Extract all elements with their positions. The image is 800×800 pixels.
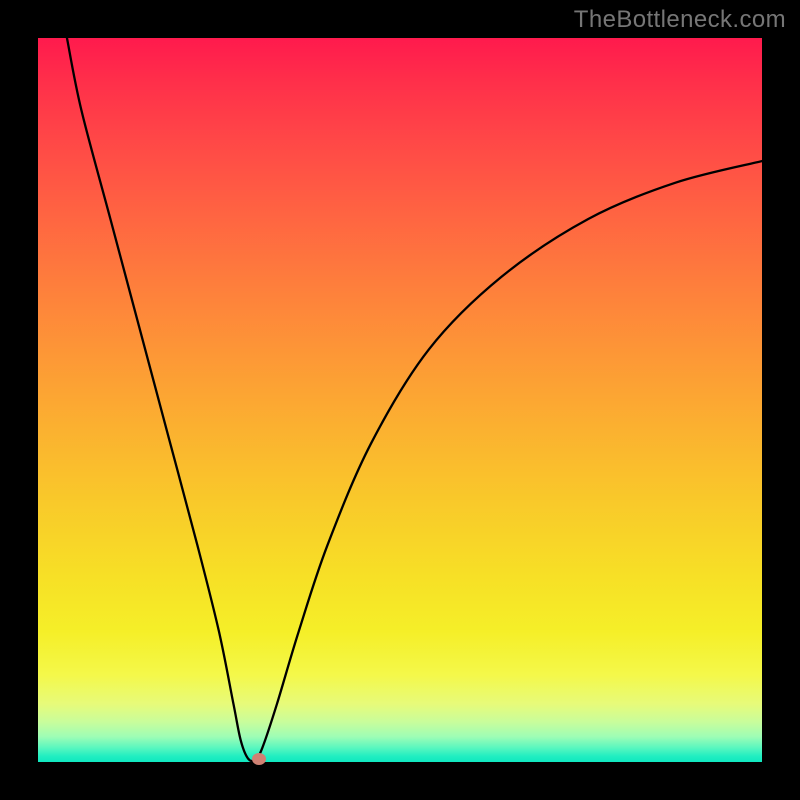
curve-path: [67, 38, 762, 761]
plot-area: [38, 38, 762, 762]
optimal-point-marker: [252, 753, 266, 765]
chart-frame: TheBottleneck.com: [0, 0, 800, 800]
watermark-text: TheBottleneck.com: [574, 6, 786, 34]
bottleneck-curve: [38, 38, 762, 762]
